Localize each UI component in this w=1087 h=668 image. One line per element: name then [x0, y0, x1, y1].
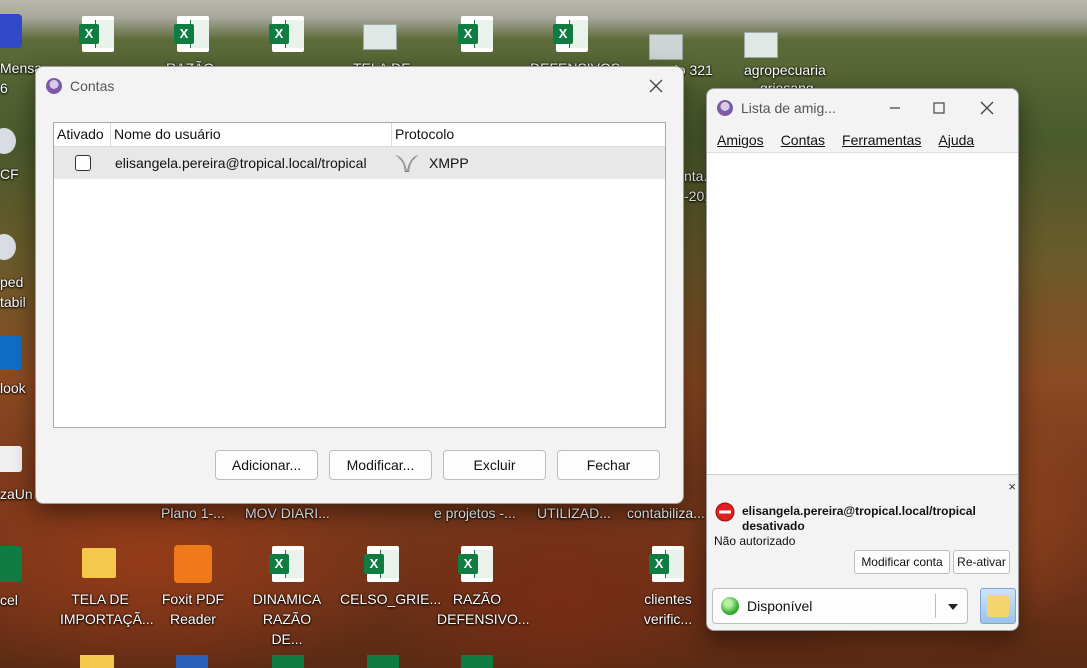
title-bar[interactable]: Contas	[36, 67, 683, 105]
close-button[interactable]	[633, 67, 679, 105]
button-label: Modificar conta	[861, 555, 943, 569]
desktop-icon-label: TELA DE IMPORTAÇÃ...	[60, 591, 154, 627]
excel-file-icon[interactable]	[272, 655, 304, 668]
reenable-account-button[interactable]: Re-ativar	[953, 550, 1010, 574]
desktop-label: Plano 1-...	[161, 505, 225, 521]
excel-app-icon[interactable]	[0, 546, 22, 582]
menu-tools[interactable]: Ferramentas	[842, 132, 921, 148]
maximize-icon	[933, 102, 945, 114]
window-title: Contas	[70, 78, 115, 94]
column-header-enabled[interactable]: Ativado	[54, 123, 111, 146]
button-label: Modificar...	[346, 457, 415, 473]
modify-account-button[interactable]: Modificar...	[329, 450, 432, 480]
dismiss-notice-button[interactable]: ×	[1008, 479, 1016, 494]
desktop-label: tabil	[0, 294, 26, 310]
desktop-icon-label: RAZÃO DEFENSIVO...	[437, 591, 530, 627]
button-label: Adicionar...	[231, 457, 302, 473]
accounts-window: Contas Ativado Nome do usuário Protocolo…	[35, 66, 684, 504]
desktop-icon-label: DINAMICA RAZÃO DE...	[252, 591, 322, 647]
menu-accounts[interactable]: Contas	[781, 132, 825, 148]
xmpp-protocol-icon	[395, 155, 419, 172]
desktop-label: contabiliza...	[627, 505, 705, 521]
disk-icon[interactable]	[0, 128, 16, 154]
desktop-label: look	[0, 380, 26, 396]
pidgin-icon	[46, 78, 62, 94]
available-status-icon	[721, 597, 739, 615]
chevron-down-icon[interactable]	[948, 604, 958, 610]
column-header-username[interactable]: Nome do usuário	[111, 123, 392, 146]
status-label: Disponível	[747, 598, 813, 614]
notice-account-name: elisangela.pereira@tropical.local/tropic…	[742, 504, 976, 518]
desktop-label: nta.	[684, 168, 708, 184]
close-icon	[649, 79, 663, 93]
document-file-icon[interactable]	[744, 32, 778, 58]
close-button[interactable]	[964, 89, 1010, 127]
username-cell: elisangela.pereira@tropical.local/tropic…	[115, 155, 367, 171]
folder-icon[interactable]	[80, 655, 114, 668]
enabled-checkbox[interactable]	[75, 155, 91, 171]
foxit-pdf-icon[interactable]	[174, 545, 212, 583]
desktop-label: cel	[0, 592, 18, 608]
window-title: Lista de amig...	[741, 100, 836, 116]
table-row[interactable]: elisangela.pereira@tropical.local/tropic…	[54, 147, 665, 179]
desktop-icon-label: Foxit PDF Reader	[161, 591, 225, 627]
delete-account-button[interactable]: Excluir	[443, 450, 546, 480]
menu-buddies[interactable]: Amigos	[717, 132, 764, 148]
excel-file-icon[interactable]	[461, 655, 493, 668]
add-account-button[interactable]: Adicionar...	[215, 450, 318, 480]
buddy-list[interactable]	[707, 153, 1018, 475]
notice-reason: Não autorizado	[714, 534, 796, 548]
outlook-icon[interactable]	[0, 336, 22, 370]
accounts-table: Ativado Nome do usuário Protocolo elisan…	[53, 122, 666, 428]
desktop-icon-label: CELSO_GRIE...	[340, 591, 442, 607]
pidgin-icon	[717, 100, 733, 116]
notice-state: desativado	[742, 519, 805, 533]
button-label: Re-ativar	[957, 555, 1006, 569]
desktop-icon-label: clientes verific...	[643, 591, 693, 627]
minimize-icon	[890, 107, 900, 109]
app-icon[interactable]	[0, 14, 22, 48]
document-file-icon[interactable]	[649, 34, 683, 60]
maximize-button[interactable]	[916, 89, 962, 127]
button-label: Fechar	[586, 457, 631, 473]
settings-file-icon[interactable]	[0, 446, 22, 472]
screenshot-file-icon[interactable]	[363, 24, 397, 50]
button-label: Excluir	[473, 457, 516, 473]
column-header-protocol[interactable]: Protocolo	[392, 123, 457, 146]
buddy-icon-button[interactable]	[980, 588, 1016, 624]
desktop-label: e projetos -...	[434, 505, 516, 521]
folder-icon[interactable]	[82, 548, 116, 578]
desktop-label: -20.	[684, 188, 709, 204]
error-icon	[715, 502, 735, 522]
menu-bar: Amigos Contas Ferramentas Ajuda	[707, 127, 1018, 153]
excel-file-icon[interactable]	[367, 655, 399, 668]
protocol-cell: XMPP	[429, 155, 469, 171]
table-header: Ativado Nome do usuário Protocolo	[54, 123, 665, 147]
word-file-icon[interactable]	[176, 655, 208, 668]
desktop-label: CF	[0, 166, 19, 182]
avatar-icon	[987, 595, 1009, 617]
status-selector[interactable]: Disponível	[712, 588, 968, 624]
desktop-label: UTILIZAD...	[537, 505, 611, 521]
desktop-label: ped	[0, 274, 24, 290]
divider	[935, 594, 936, 618]
close-dialog-button[interactable]: Fechar	[557, 450, 660, 480]
desktop-label: 6	[0, 80, 8, 96]
desktop-label: zaUn	[0, 486, 33, 502]
menu-help[interactable]: Ajuda	[938, 132, 974, 148]
disk-icon[interactable]	[0, 234, 16, 260]
desktop-label: agropecuaria	[744, 62, 826, 78]
buddy-list-window: Lista de amig... Amigos Contas Ferrament…	[706, 88, 1019, 631]
minimize-button[interactable]	[872, 89, 918, 127]
modify-account-button[interactable]: Modificar conta	[854, 550, 950, 574]
desktop-label: MOV DIARI...	[245, 505, 330, 521]
close-icon	[980, 101, 994, 115]
